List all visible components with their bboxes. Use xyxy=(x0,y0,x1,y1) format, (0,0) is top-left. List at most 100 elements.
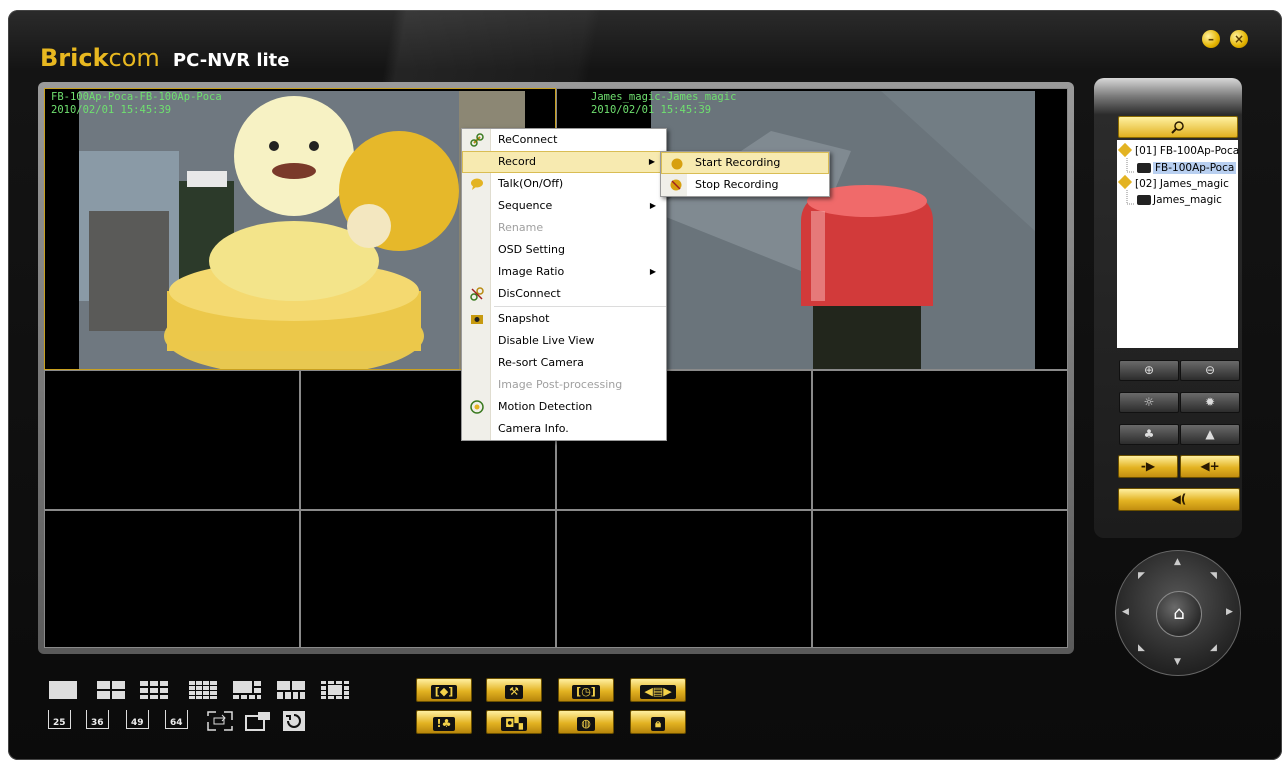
brightness-high-icon: ✹ xyxy=(1204,395,1216,409)
layout-4x4-icon[interactable] xyxy=(188,680,218,700)
layout-25-label: 25 xyxy=(48,710,71,729)
zoom-out-button[interactable]: ⊖ xyxy=(1180,360,1240,381)
menu-label: Rename xyxy=(498,221,544,234)
network-button[interactable]: ◍ xyxy=(558,710,614,734)
globe-icon: ◍ xyxy=(577,717,595,731)
link-icon xyxy=(470,133,484,147)
camera-cell-6[interactable] xyxy=(812,370,1068,510)
menu-item-image-post-processing: Image Post-processing xyxy=(462,374,666,396)
volume-up-button[interactable]: ◀+ xyxy=(1180,455,1240,478)
menu-label: Motion Detection xyxy=(498,400,593,413)
ptz-control[interactable]: ▲ ▼ ◀ ▶ ◤ ◥ ◣ ◢ ⌂ xyxy=(1115,550,1241,676)
menu-item-reconnect[interactable]: ReConnect xyxy=(462,129,666,151)
tree-node-stream-02[interactable]: James_magic xyxy=(1137,193,1222,207)
zoom-in-icon: ⊕ xyxy=(1143,363,1155,377)
zoom-out-icon: ⊖ xyxy=(1204,363,1216,377)
minimize-button[interactable]: – xyxy=(1202,30,1220,48)
menu-label: Talk(On/Off) xyxy=(498,177,564,190)
menu-label: Disable Live View xyxy=(498,334,595,347)
menu-item-resort-camera[interactable]: Re-sort Camera xyxy=(462,352,666,374)
camera-feed-1 xyxy=(79,91,525,369)
menu-label: Sequence xyxy=(498,199,553,212)
brightness-up-button[interactable]: ✹ xyxy=(1180,392,1240,413)
menu-item-osd-setting[interactable]: OSD Setting xyxy=(462,239,666,261)
pan-down-icon[interactable]: ▼ xyxy=(1174,657,1181,667)
zoom-in-button[interactable]: ⊕ xyxy=(1119,360,1179,381)
layout-1plus12-icon[interactable] xyxy=(320,680,350,700)
layout-3x3-icon[interactable] xyxy=(139,680,169,700)
pan-right-icon[interactable]: ▶ xyxy=(1226,607,1233,617)
layout-36-button[interactable]: 36 xyxy=(86,710,109,732)
menu-item-record[interactable]: Record ▶ xyxy=(462,151,666,173)
camera-cell-9[interactable] xyxy=(556,510,812,648)
tree-node-camera-02[interactable]: [02] James_magic xyxy=(1135,177,1229,191)
center-view-icon: [◆] xyxy=(430,685,458,699)
pan-up-right-icon[interactable]: ◥ xyxy=(1210,571,1217,581)
center-view-button[interactable]: [◆] xyxy=(416,678,472,702)
focus-near-button[interactable]: ♣ xyxy=(1119,424,1179,445)
menu-item-sequence[interactable]: Sequence ▶ xyxy=(462,195,666,217)
brightness-down-button[interactable]: ☼ xyxy=(1119,392,1179,413)
pan-up-icon[interactable]: ▲ xyxy=(1174,557,1181,567)
camera-cell-10[interactable] xyxy=(812,510,1068,648)
snapshot-folder-button[interactable]: ◘▚ xyxy=(486,710,542,734)
pan-down-left-icon[interactable]: ◣ xyxy=(1138,643,1145,653)
menu-item-snapshot[interactable]: Snapshot xyxy=(462,308,666,330)
layout-36-label: 36 xyxy=(86,710,109,729)
pan-left-icon[interactable]: ◀ xyxy=(1122,607,1129,617)
menu-item-start-recording[interactable]: Start Recording xyxy=(661,152,829,174)
brightness-low-icon: ☼ xyxy=(1143,395,1155,409)
submenu-arrow-icon: ▶ xyxy=(649,201,656,210)
alarm-button[interactable]: !♣ xyxy=(416,710,472,734)
menu-item-motion-detection[interactable]: Motion Detection xyxy=(462,396,666,418)
film-icon: ◀▤▶ xyxy=(640,685,676,699)
brand-rest: com xyxy=(108,44,160,72)
product-name: PC-NVR lite xyxy=(172,50,290,71)
camera-search-button[interactable] xyxy=(1118,116,1238,138)
playback-button[interactable]: ◀▤▶ xyxy=(630,678,686,702)
lock-button[interactable]: 🔒︎ xyxy=(630,710,686,734)
menu-item-disable-live-view[interactable]: Disable Live View xyxy=(462,330,666,352)
camera-tree: [01] FB-100Ap-Poca FB-100Ap-Poca [02] Ja… xyxy=(1117,140,1239,348)
lock-icon: 🔒︎ xyxy=(651,717,665,731)
tree-node-camera-01[interactable]: [01] FB-100Ap-Poca xyxy=(1135,144,1239,158)
layout-49-button[interactable]: 49 xyxy=(126,710,149,732)
camera-cell-3[interactable] xyxy=(44,370,300,510)
camera-cell-7[interactable] xyxy=(44,510,300,648)
menu-label: DisConnect xyxy=(498,287,561,300)
settings-button[interactable]: ⚒ xyxy=(486,678,542,702)
menu-item-rename: Rename xyxy=(462,217,666,239)
speak-button[interactable]: ◀( xyxy=(1118,488,1240,511)
menu-item-stop-recording[interactable]: Stop Recording xyxy=(661,174,829,196)
brand-bold: Brick xyxy=(40,44,109,72)
close-button[interactable]: × xyxy=(1230,30,1248,48)
layout-2x2-icon[interactable] xyxy=(96,680,126,700)
menu-item-image-ratio[interactable]: Image Ratio ▶ xyxy=(462,261,666,283)
menu-item-disconnect[interactable]: DisConnect xyxy=(462,283,666,305)
motion-icon xyxy=(470,400,484,414)
menu-separator xyxy=(494,306,666,307)
menu-item-camera-info[interactable]: Camera Info. xyxy=(462,418,666,440)
schedule-button[interactable]: [◷] xyxy=(558,678,614,702)
refresh-icon[interactable] xyxy=(282,710,306,732)
camera-cell-8[interactable] xyxy=(300,510,556,648)
menu-item-talk[interactable]: Talk(On/Off) xyxy=(462,173,666,195)
fullscreen-icon[interactable] xyxy=(244,710,272,732)
layout-1x1-icon[interactable] xyxy=(48,680,78,700)
layout-2plus8-icon[interactable] xyxy=(276,680,306,700)
layout-25-button[interactable]: 25 xyxy=(48,710,71,732)
ptz-home-button[interactable]: ⌂ xyxy=(1156,591,1202,637)
layout-64-button[interactable]: 64 xyxy=(165,710,188,732)
menu-label: ReConnect xyxy=(498,133,558,146)
tree-node-label: FB-100Ap-Poca xyxy=(1153,162,1237,174)
app-logo: Brickcom PC-NVR lite xyxy=(40,44,289,72)
focus-far-button[interactable]: ▲ xyxy=(1180,424,1240,445)
auto-rotate-icon[interactable] xyxy=(204,710,236,732)
pan-up-left-icon[interactable]: ◤ xyxy=(1138,571,1145,581)
camera-1-title: FB-100Ap-Poca-FB-100Ap-Poca xyxy=(51,91,222,103)
layout-1plus5-icon[interactable] xyxy=(232,680,262,700)
camera-feed-2-image xyxy=(651,91,1035,369)
tree-node-stream-01[interactable]: FB-100Ap-Poca xyxy=(1137,161,1237,175)
volume-down-button[interactable]: -▶ xyxy=(1118,455,1178,478)
pan-down-right-icon[interactable]: ◢ xyxy=(1210,643,1217,653)
